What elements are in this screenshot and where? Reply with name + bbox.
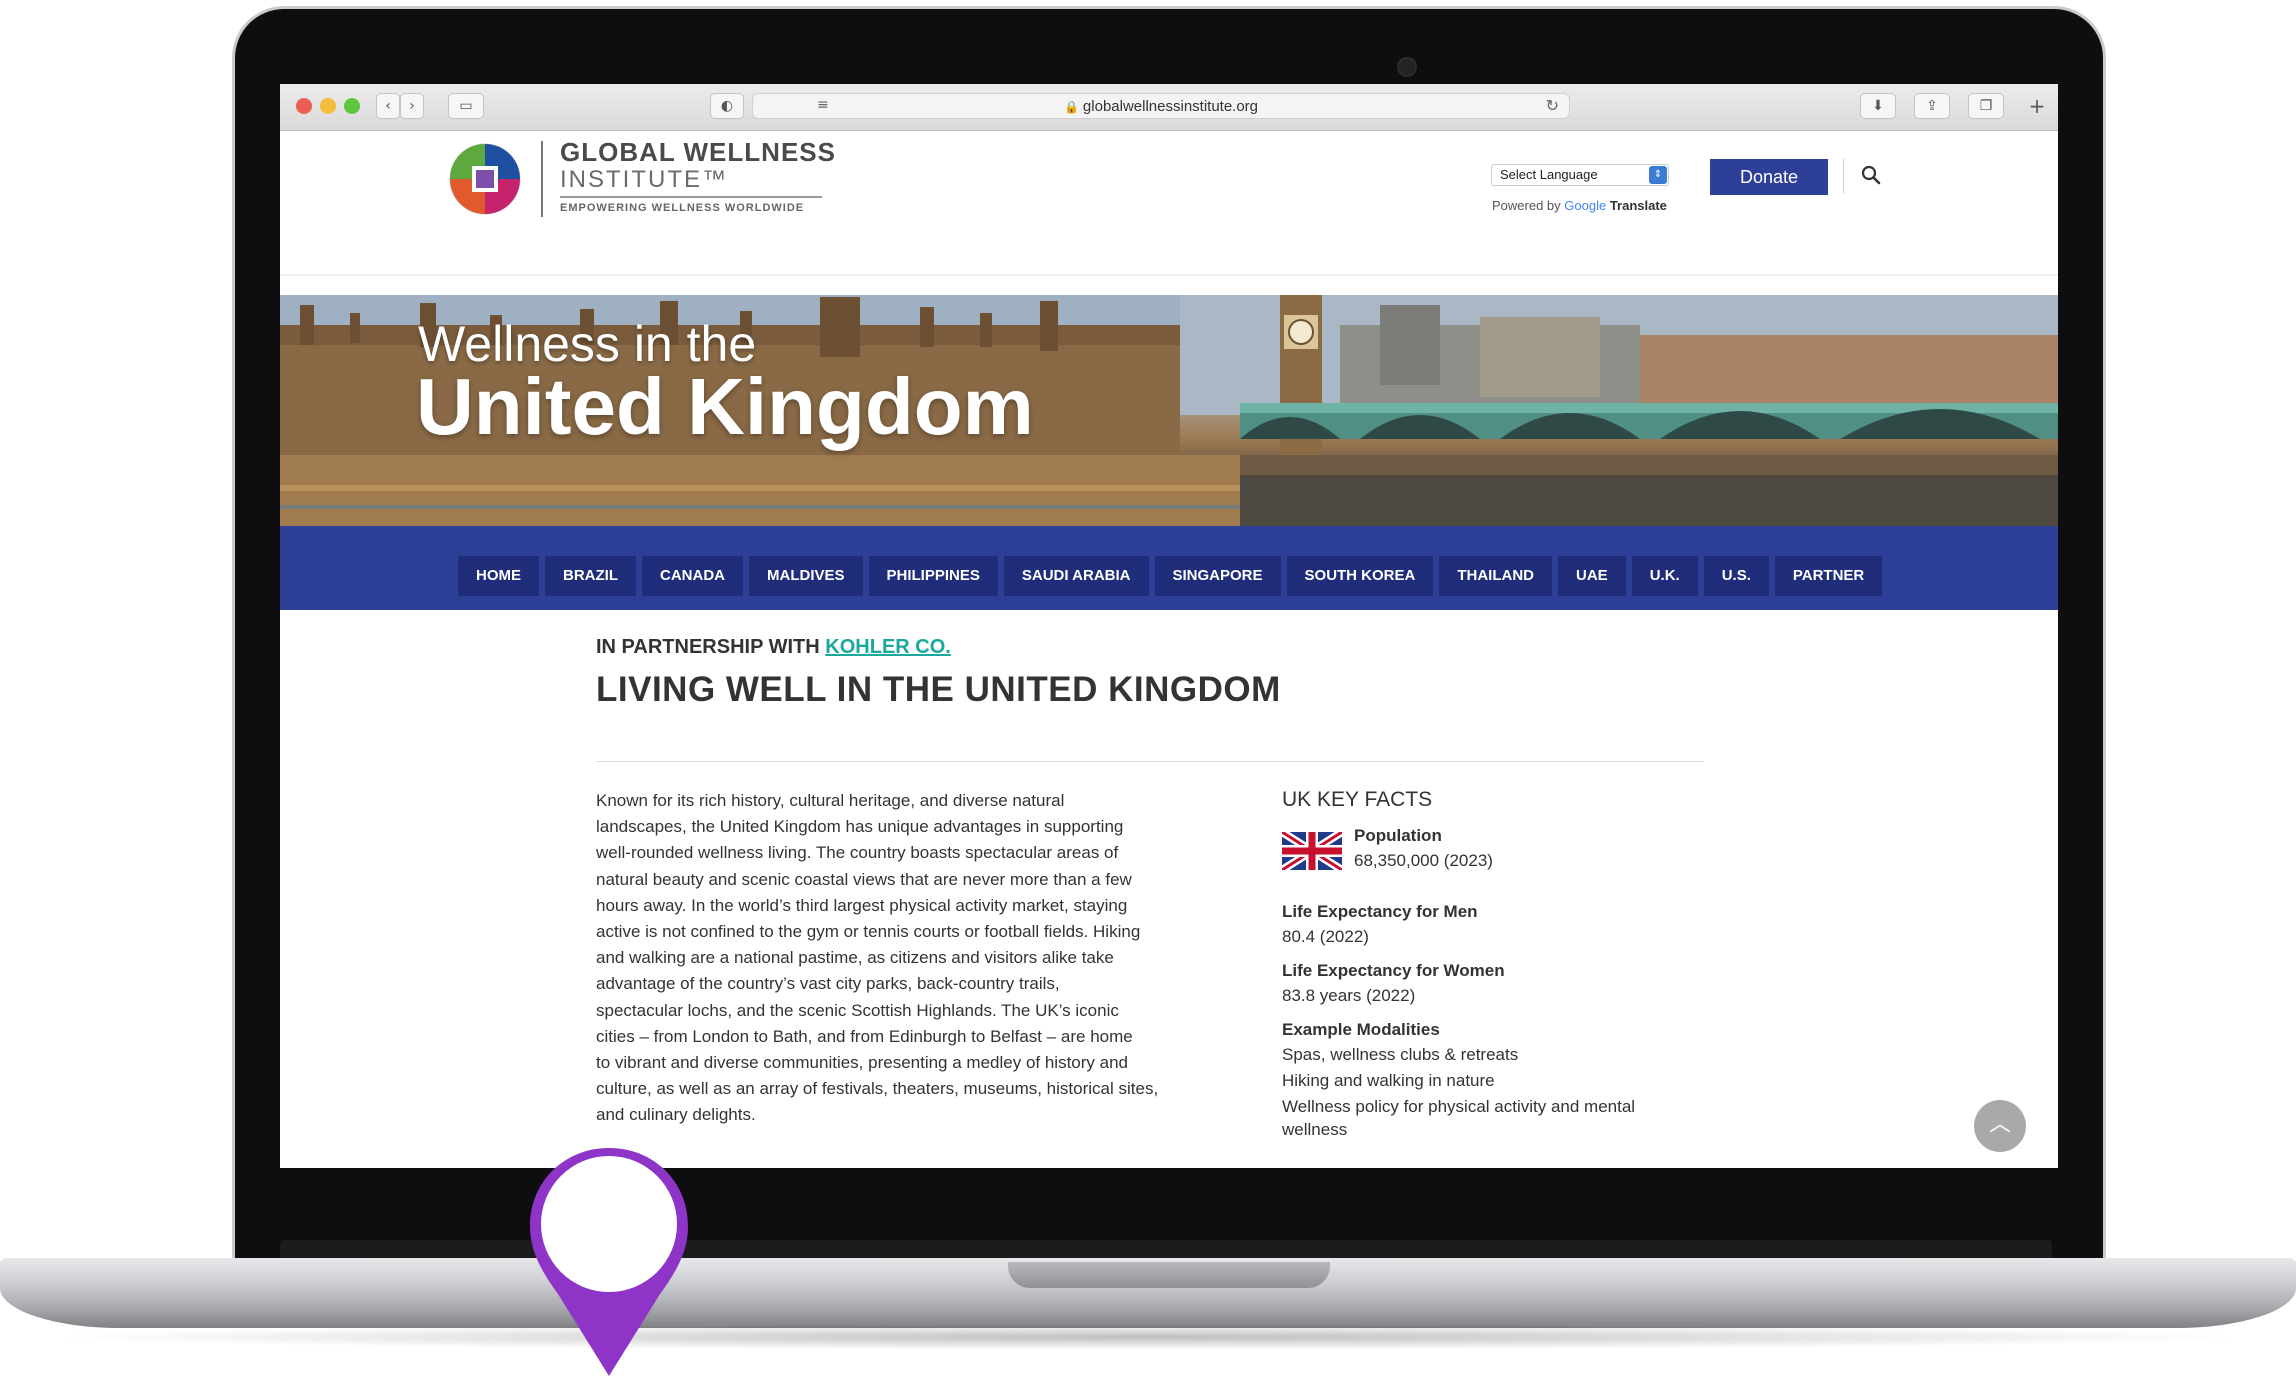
paragraph-line: landscapes, the United Kingdom has uniqu… [596, 817, 1124, 837]
nav-item[interactable]: BRAZIL [545, 556, 636, 596]
header-divider [280, 274, 2058, 276]
page-title: LIVING WELL IN THE UNITED KINGDOM [596, 670, 1281, 709]
laptop-shadow [40, 1324, 2256, 1350]
logo-name[interactable]: GLOBAL WELLNESS [560, 137, 836, 168]
nav-item[interactable]: U.K. [1631, 556, 1698, 596]
paragraph-line: natural beauty and scenic coastal views … [596, 869, 1132, 889]
modality-item: Spas, wellness clubs & retreats [1282, 1045, 1519, 1064]
nav-item[interactable]: CANADA [642, 556, 743, 596]
modalities-label: Example Modalities [1282, 1020, 1440, 1039]
nav-item[interactable]: PARTNER [1774, 556, 1883, 596]
address-bar[interactable]: ≡ 🔒 globalwellnessinstitute.org ↻ [752, 93, 1570, 119]
paragraph-line: well-rounded wellness living. The countr… [596, 843, 1119, 863]
paragraph-line: spectacular lochs, and the scenic Scotti… [596, 1000, 1119, 1020]
paragraph-line: hours away. In the world’s third largest… [596, 895, 1128, 915]
content-divider [596, 761, 1704, 762]
donate-button[interactable]: Donate [1710, 159, 1828, 195]
shield-icon: ◐ [720, 98, 734, 114]
men-life-expectancy-label: Life Expectancy for Men [1282, 902, 1478, 921]
paragraph-line: cities – from London to Bath, and from E… [596, 1026, 1133, 1046]
paragraph-line: to vibrant and diverse communities, pres… [596, 1053, 1128, 1073]
country-nav: HOME BRAZIL CANADA MALDIVES PHILIPPINES SAUDI… [280, 526, 2058, 610]
address-url: globalwellnessinstitute.org [1082, 98, 1259, 115]
logo-tagline: EMPOWERING WELLNESS WORLDWIDE [560, 202, 805, 214]
powered-prefix: Powered by [1492, 198, 1561, 213]
share-icon: ⇪ [1926, 98, 1938, 114]
nav-item[interactable]: HOME [458, 556, 539, 596]
language-select-value: Select Language [1500, 167, 1598, 182]
modality-item: Hiking and walking in nature [1282, 1071, 1495, 1090]
plus-icon: + [2028, 94, 2046, 118]
hero-banner: Wellness in the United Kingdom [280, 295, 2058, 526]
language-select[interactable]: Select Language ⇕ [1491, 164, 1669, 186]
zoom-window-button[interactable] [344, 98, 360, 114]
paragraph-line: culture, as well as an array of festival… [596, 1079, 1159, 1099]
scroll-to-top-button[interactable]: ︿ [1974, 1100, 2026, 1152]
logo-divider [541, 141, 543, 217]
paragraph-line: active is not confined to the gym or ten… [596, 922, 1141, 942]
nav-item[interactable]: SOUTH KOREA [1286, 556, 1434, 596]
tabs-button[interactable]: ❐ [1968, 93, 2004, 119]
lock-icon: 🔒 [1063, 100, 1079, 114]
nav-list: HOME BRAZIL CANADA MALDIVES PHILIPPINES SAUDI… [458, 556, 1883, 596]
logo-rule [560, 196, 822, 198]
uk-flag-icon [1282, 832, 1342, 870]
logo-subtitle: INSTITUTE™ [560, 166, 728, 193]
gwi-logo-icon[interactable] [448, 142, 522, 216]
close-window-button[interactable] [296, 98, 312, 114]
paragraph-line: and culinary delights. [596, 1105, 756, 1125]
nav-item[interactable]: SAUDI ARABIA [1003, 556, 1149, 596]
share-button[interactable]: ⇪ [1914, 93, 1950, 119]
facts-title: UK KEY FACTS [1282, 788, 1433, 811]
nav-item[interactable]: U.S. [1703, 556, 1769, 596]
nav-item[interactable]: MALDIVES [749, 556, 863, 596]
downloads-button[interactable]: ⬇ [1860, 93, 1896, 119]
modality-item: wellness [1282, 1120, 1348, 1139]
updown-arrow-icon: ⇕ [1649, 166, 1667, 184]
laptop-screen: ‹ › ▭ ◐ ≡ 🔒 globalwellnessinstitute.org ↻… [280, 84, 2058, 1168]
partnership-line: IN PARTNERSHIP WITH KOHLER CO. [596, 636, 951, 659]
sidebar-button[interactable]: ▭ [448, 93, 484, 119]
chevron-up-icon: ︿ [1988, 1112, 2011, 1137]
translate-label: Translate [1609, 198, 1667, 213]
header-separator [1843, 159, 1844, 193]
tabs-icon: ❐ [1979, 98, 1993, 114]
chevron-right-icon: › [409, 98, 415, 114]
nav-item[interactable]: SINGAPORE [1154, 556, 1281, 596]
minimize-window-button[interactable] [320, 98, 336, 114]
reload-icon[interactable]: ↻ [1546, 96, 1559, 115]
location-pin-icon [530, 1148, 688, 1376]
sidebar-icon: ▭ [459, 98, 473, 114]
browser-toolbar: ‹ › ▭ ◐ ≡ 🔒 globalwellnessinstitute.org ↻… [280, 84, 2058, 131]
women-life-expectancy-label: Life Expectancy for Women [1282, 961, 1505, 980]
privacy-button[interactable]: ◐ [710, 93, 744, 119]
paragraph-line: and walking are a national pastime, as c… [596, 948, 1114, 968]
paragraph-line: Known for its rich history, cultural her… [596, 791, 1065, 810]
chevron-left-icon: ‹ [385, 98, 391, 114]
laptop-notch [1008, 1262, 1330, 1288]
women-life-expectancy-value: 83.8 years (2022) [1282, 986, 1416, 1005]
nav-item[interactable]: PHILIPPINES [868, 556, 998, 596]
partnership-prefix: IN PARTNERSHIP WITH [596, 636, 820, 658]
powered-by-google[interactable]: Powered by Google Translate [1492, 198, 1667, 213]
camera [1397, 57, 1417, 77]
men-life-expectancy-value: 80.4 (2022) [1282, 927, 1369, 946]
back-button[interactable]: ‹ [376, 93, 400, 119]
new-tab-button[interactable]: + [2022, 93, 2052, 119]
hero-title: United Kingdom [416, 362, 1034, 451]
nav-item[interactable]: UAE [1558, 556, 1626, 596]
paragraph-line: advantage of the country’s vast city par… [596, 974, 1060, 994]
kohler-link[interactable]: KOHLER CO. [825, 636, 951, 658]
population-label: Population [1354, 826, 1442, 845]
nav-item[interactable]: THAILAND [1439, 556, 1553, 596]
population-value: 68,350,000 (2023) [1354, 851, 1493, 870]
forward-button[interactable]: › [400, 93, 424, 119]
search-icon[interactable] [1860, 164, 1882, 186]
download-icon: ⬇ [1872, 98, 1884, 114]
google-wordmark: Google [1564, 198, 1607, 213]
intro-paragraph: Known for its rich history, cultural her… [596, 788, 1252, 1129]
